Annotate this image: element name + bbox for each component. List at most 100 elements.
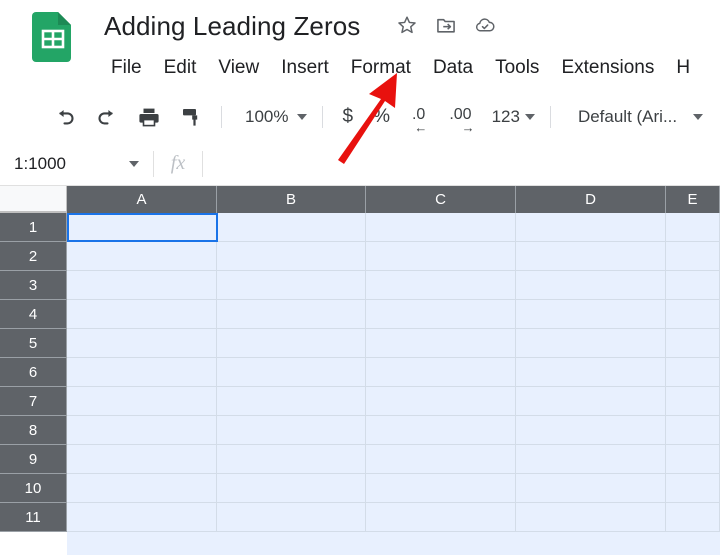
increase-decimal-button[interactable]: .00 →: [443, 103, 477, 134]
column-header-d[interactable]: D: [516, 186, 666, 213]
menu-item-tools[interactable]: Tools: [484, 52, 550, 84]
cell-E2[interactable]: [666, 242, 720, 271]
font-family-select[interactable]: Default (Ari...: [572, 104, 709, 130]
cell-A5[interactable]: [67, 329, 217, 358]
cell-A2[interactable]: [67, 242, 217, 271]
cell-D11[interactable]: [516, 503, 666, 532]
cell-E6[interactable]: [666, 358, 720, 387]
cell-C7[interactable]: [366, 387, 516, 416]
print-icon[interactable]: [137, 105, 161, 129]
redo-icon[interactable]: [95, 105, 119, 129]
cell-E1[interactable]: [666, 213, 720, 242]
row-header-5[interactable]: 5: [0, 329, 67, 358]
cell-E10[interactable]: [666, 474, 720, 503]
cell-E5[interactable]: [666, 329, 720, 358]
cell-C5[interactable]: [366, 329, 516, 358]
select-all-corner[interactable]: [0, 186, 67, 213]
cell-B9[interactable]: [217, 445, 366, 474]
row-header-2[interactable]: 2: [0, 242, 67, 271]
cell-D5[interactable]: [516, 329, 666, 358]
cell-D3[interactable]: [516, 271, 666, 300]
move-to-folder-icon[interactable]: [435, 14, 457, 36]
cell-C8[interactable]: [366, 416, 516, 445]
cell-B7[interactable]: [217, 387, 366, 416]
star-icon[interactable]: [396, 14, 418, 36]
cell-B8[interactable]: [217, 416, 366, 445]
row-header-7[interactable]: 7: [0, 387, 67, 416]
cell-E8[interactable]: [666, 416, 720, 445]
number-format-button[interactable]: 123: [486, 104, 541, 130]
paint-format-icon[interactable]: [179, 105, 203, 129]
cell-A10[interactable]: [67, 474, 217, 503]
chevron-down-icon[interactable]: [129, 160, 139, 167]
row-header-9[interactable]: 9: [0, 445, 67, 474]
cell-B11[interactable]: [217, 503, 366, 532]
menu-item-extensions[interactable]: Extensions: [550, 52, 665, 84]
cell-A3[interactable]: [67, 271, 217, 300]
cell-A9[interactable]: [67, 445, 217, 474]
cell-B4[interactable]: [217, 300, 366, 329]
menu-item-help[interactable]: H: [665, 52, 701, 84]
cell-C4[interactable]: [366, 300, 516, 329]
row-header-3[interactable]: 3: [0, 271, 67, 300]
cell-B2[interactable]: [217, 242, 366, 271]
cell-D8[interactable]: [516, 416, 666, 445]
percent-format-button[interactable]: %: [367, 103, 396, 131]
column-header-e[interactable]: E: [666, 186, 720, 213]
column-header-c[interactable]: C: [366, 186, 516, 213]
formula-input[interactable]: [203, 142, 720, 185]
zoom-control[interactable]: 100%: [239, 104, 313, 130]
cell-C9[interactable]: [366, 445, 516, 474]
menu-item-insert[interactable]: Insert: [270, 52, 340, 84]
cell-A4[interactable]: [67, 300, 217, 329]
cell-A11[interactable]: [67, 503, 217, 532]
cell-C2[interactable]: [366, 242, 516, 271]
column-header-a[interactable]: A: [67, 186, 217, 213]
cell-C11[interactable]: [366, 503, 516, 532]
menu-item-edit[interactable]: Edit: [153, 52, 208, 84]
decrease-decimal-button[interactable]: .0 ←: [406, 103, 431, 134]
cell-C6[interactable]: [366, 358, 516, 387]
cell-C1[interactable]: [366, 213, 516, 242]
menu-item-view[interactable]: View: [207, 52, 270, 84]
name-box[interactable]: 1:1000: [0, 142, 153, 185]
cell-D7[interactable]: [516, 387, 666, 416]
cell-E7[interactable]: [666, 387, 720, 416]
cell-B1[interactable]: [217, 213, 366, 242]
cell-B6[interactable]: [217, 358, 366, 387]
undo-icon[interactable]: [53, 105, 77, 129]
column-header-b[interactable]: B: [217, 186, 366, 213]
cell-D1[interactable]: [516, 213, 666, 242]
page-title[interactable]: Adding Leading Zeros: [104, 8, 360, 44]
row-header-10[interactable]: 10: [0, 474, 67, 503]
cell-D6[interactable]: [516, 358, 666, 387]
cell-E4[interactable]: [666, 300, 720, 329]
cell-D4[interactable]: [516, 300, 666, 329]
cell-A1[interactable]: [67, 213, 217, 242]
cell-A6[interactable]: [67, 358, 217, 387]
menu-item-format[interactable]: Format: [340, 52, 422, 84]
cloud-saved-icon[interactable]: [474, 14, 496, 36]
currency-format-button[interactable]: $: [336, 103, 359, 131]
row-header-6[interactable]: 6: [0, 358, 67, 387]
cell-B10[interactable]: [217, 474, 366, 503]
cell-A7[interactable]: [67, 387, 217, 416]
cell-D2[interactable]: [516, 242, 666, 271]
row-header-8[interactable]: 8: [0, 416, 67, 445]
cell-A8[interactable]: [67, 416, 217, 445]
cell-B3[interactable]: [217, 271, 366, 300]
cell-D9[interactable]: [516, 445, 666, 474]
row-header-11[interactable]: 11: [0, 503, 67, 532]
cell-E11[interactable]: [666, 503, 720, 532]
cell-C10[interactable]: [366, 474, 516, 503]
cell-C3[interactable]: [366, 271, 516, 300]
cell-E9[interactable]: [666, 445, 720, 474]
row-header-4[interactable]: 4: [0, 300, 67, 329]
sheets-logo-icon[interactable]: [31, 10, 75, 62]
row-header-1[interactable]: 1: [0, 213, 67, 242]
menu-item-file[interactable]: File: [104, 52, 153, 84]
cell-B5[interactable]: [217, 329, 366, 358]
cell-E3[interactable]: [666, 271, 720, 300]
menu-item-data[interactable]: Data: [422, 52, 484, 84]
cell-D10[interactable]: [516, 474, 666, 503]
